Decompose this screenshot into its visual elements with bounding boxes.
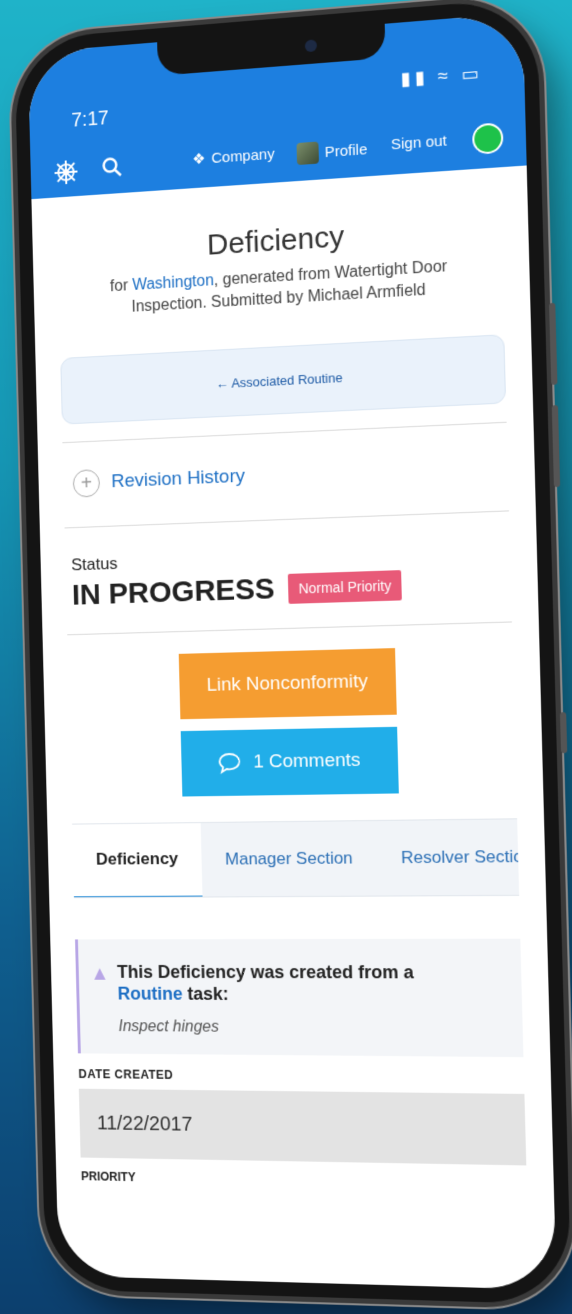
status-time: 7:17: [71, 107, 109, 132]
alert-message: This Deficiency was created from a Routi…: [117, 961, 506, 1006]
signal-icon: ▮▮: [400, 67, 429, 89]
signout-link[interactable]: Sign out: [391, 132, 447, 153]
revision-history-toggle[interactable]: + Revision History: [73, 452, 498, 498]
volume-button: [552, 405, 560, 487]
battery-icon: ▭: [461, 63, 483, 85]
main-content: Deficiency for Washington, generated fro…: [31, 165, 556, 1289]
date-created-label: DATE CREATED: [78, 1067, 524, 1086]
comment-icon: [218, 752, 242, 774]
diamond-icon: ❖: [192, 150, 206, 169]
associated-routine-button[interactable]: ← Associated Routine: [60, 334, 506, 424]
routine-origin-alert: ▲ This Deficiency was created from a Rou…: [75, 939, 523, 1057]
date-created-field[interactable]: 11/22/2017: [79, 1089, 526, 1166]
online-status-indicator: [472, 122, 504, 155]
tab-deficiency[interactable]: Deficiency: [72, 822, 203, 899]
phone-frame: 7:17 ▮▮ ≈ ▭ ❖ Company Profile Sign out D…: [14, 0, 571, 1305]
logo-button[interactable]: [53, 159, 78, 186]
warning-icon: ▲: [90, 963, 110, 986]
divider: [67, 621, 512, 635]
alert-line2: task:: [182, 984, 229, 1004]
volume-button: [549, 303, 557, 385]
divider: [62, 422, 506, 443]
task-name: Inspect hinges: [118, 1018, 506, 1038]
subtitle-prefix: for: [110, 277, 133, 295]
search-icon: [101, 156, 123, 179]
wifi-icon: ≈: [438, 65, 453, 86]
search-button[interactable]: [101, 156, 123, 179]
avatar: [296, 142, 318, 166]
camera: [305, 39, 317, 52]
divider: [65, 510, 509, 528]
company-link[interactable]: ❖ Company: [192, 145, 275, 169]
signout-label: Sign out: [391, 132, 447, 153]
alert-line1: This Deficiency was created from a: [117, 962, 414, 982]
vessel-link[interactable]: Washington: [132, 272, 214, 294]
tab-manager-section[interactable]: Manager Section: [201, 821, 378, 897]
link-nonconformity-button[interactable]: Link Nonconformity: [179, 648, 397, 719]
routine-link[interactable]: Routine: [117, 984, 182, 1004]
tab-resolver-section[interactable]: Resolver Sectic: [376, 819, 519, 896]
status-value: IN PROGRESS: [72, 572, 276, 612]
side-button: [560, 712, 567, 753]
profile-link[interactable]: Profile: [296, 138, 367, 165]
priority-badge: Normal Priority: [288, 570, 402, 604]
phone-screen: 7:17 ▮▮ ≈ ▭ ❖ Company Profile Sign out D…: [28, 13, 557, 1290]
priority-label: PRIORITY: [81, 1169, 527, 1192]
revision-history-label: Revision History: [111, 466, 245, 493]
company-label: Company: [211, 145, 275, 166]
ship-wheel-icon: [53, 159, 78, 186]
section-tabs: Deficiency Manager Section Resolver Sect…: [72, 818, 519, 898]
status-icons: ▮▮ ≈ ▭: [400, 63, 483, 91]
profile-label: Profile: [324, 141, 367, 161]
plus-circle-icon: +: [73, 469, 101, 498]
comments-button[interactable]: 1 Comments: [181, 727, 399, 797]
associated-routine-label: ← Associated Routine: [216, 370, 343, 391]
comments-label: 1 Comments: [253, 750, 361, 774]
